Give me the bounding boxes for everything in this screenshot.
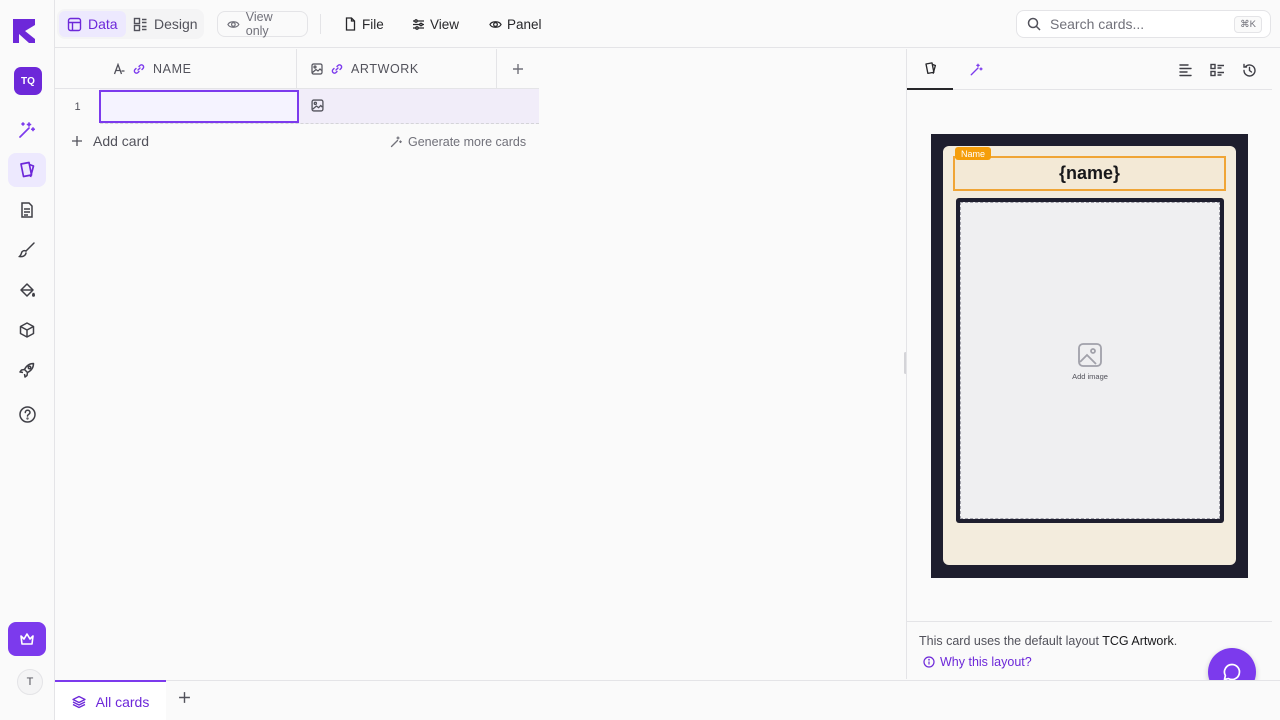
crown-icon <box>20 633 34 645</box>
column-header-name[interactable]: NAME <box>100 49 297 89</box>
file-menu-label: File <box>362 16 384 32</box>
workspace-avatar[interactable]: TQ <box>14 67 42 95</box>
user-avatar[interactable]: T <box>17 669 43 695</box>
history-icon[interactable] <box>1239 60 1259 80</box>
cards-icon <box>924 62 936 75</box>
bottom-tab-bar: All cards <box>55 680 1280 720</box>
toolbar-divider <box>320 14 321 34</box>
file-menu[interactable]: File <box>344 14 384 34</box>
add-card-label: Add card <box>93 133 150 149</box>
magic-wand-icon <box>390 136 402 148</box>
name-field-tag: Name <box>955 147 992 160</box>
paint-bucket-icon[interactable] <box>8 273 46 307</box>
eye-icon <box>227 20 240 28</box>
generate-cards-button[interactable]: Generate more cards <box>390 135 526 149</box>
link-icon <box>331 63 343 74</box>
design-tab[interactable]: Design <box>125 11 206 37</box>
tab-ai-tools[interactable] <box>953 49 999 90</box>
upgrade-button[interactable] <box>8 622 46 656</box>
design-tab-label: Design <box>154 16 198 32</box>
plus-icon <box>72 136 82 146</box>
cards-icon[interactable] <box>8 153 46 187</box>
image-type-icon <box>311 62 323 75</box>
artwork-dropzone[interactable]: Add image <box>960 202 1220 519</box>
info-icon <box>923 656 935 668</box>
ai-sparkle-icon <box>970 63 983 76</box>
help-icon[interactable] <box>8 397 46 431</box>
preview-panel: {name} Name Add image This card uses the… <box>906 49 1272 679</box>
text-type-icon <box>113 62 125 74</box>
search-input[interactable] <box>1050 16 1225 32</box>
add-image-label: Add image <box>1072 371 1108 381</box>
link-icon <box>133 63 145 74</box>
table-row[interactable]: 1 <box>55 89 539 124</box>
artwork-frame: Add image <box>956 198 1224 523</box>
data-tab[interactable]: Data <box>59 11 126 37</box>
view-only-label: View only <box>245 10 273 38</box>
list-layout-icon[interactable] <box>1207 60 1227 80</box>
column-header-artwork-label: ARTWORK <box>351 61 419 76</box>
card-preview-area: {name} Name Add image <box>907 91 1272 621</box>
card-body: {name} Name Add image <box>943 146 1236 565</box>
plus-icon <box>179 692 190 703</box>
workspace-initials: TQ <box>21 75 35 87</box>
app-logo[interactable] <box>11 17 37 45</box>
user-initial: T <box>26 676 34 688</box>
view-menu-label: View <box>430 16 460 32</box>
image-icon <box>311 99 324 112</box>
view-only-badge[interactable]: View only <box>217 10 308 38</box>
app-window: TQ T Data Design View only File View Pan… <box>0 0 1280 720</box>
view-menu[interactable]: View <box>412 14 459 34</box>
row-number: 1 <box>55 89 100 124</box>
brush-icon[interactable] <box>8 233 46 267</box>
panel-menu[interactable]: Panel <box>489 14 542 34</box>
table-icon <box>67 17 82 31</box>
name-field-box[interactable]: {name} <box>953 156 1226 191</box>
mode-toggle: Data Design <box>57 9 204 39</box>
layout-icon <box>133 17 147 31</box>
search-box: ⌘K <box>1016 10 1271 38</box>
layout-info-text: This card uses the default layout TCG Ar… <box>919 634 1178 648</box>
tab-all-cards[interactable]: All cards <box>55 680 166 720</box>
name-placeholder: {name} <box>1058 163 1121 183</box>
layout-info-prefix: This card uses the default layout <box>919 634 1099 648</box>
top-bar: Data Design View only File View Panel Se… <box>55 0 1280 48</box>
rocket-icon[interactable] <box>8 353 46 387</box>
add-image-icon <box>1078 342 1102 367</box>
why-layout-label: Why this layout? <box>940 655 1032 669</box>
grid-corner <box>55 49 100 89</box>
layers-icon <box>72 695 86 708</box>
panel-tabs <box>907 49 1272 90</box>
sliders-icon <box>413 18 424 30</box>
search-icon <box>1027 17 1041 31</box>
left-rail: TQ T <box>0 0 55 720</box>
add-card-button[interactable]: Add card <box>71 133 149 149</box>
tab-all-cards-label: All cards <box>95 693 150 710</box>
eye-icon <box>489 20 502 28</box>
generate-cards-label: Generate more cards <box>408 135 527 149</box>
search-shortcut: ⌘K <box>1234 16 1262 33</box>
column-header-artwork[interactable]: ARTWORK <box>297 49 497 89</box>
name-cell[interactable] <box>99 90 299 123</box>
file-icon <box>345 17 356 31</box>
document-icon[interactable] <box>8 193 46 227</box>
card-preview[interactable]: {name} Name Add image <box>931 134 1248 578</box>
plus-icon <box>513 63 523 74</box>
align-icon[interactable] <box>1175 60 1195 80</box>
layout-name: TCG Artwork <box>1102 634 1174 648</box>
column-header-name-label: NAME <box>153 61 192 76</box>
package-icon[interactable] <box>8 313 46 347</box>
panel-menu-label: Panel <box>507 16 542 32</box>
data-tab-label: Data <box>88 16 118 32</box>
artwork-cell[interactable] <box>311 99 324 117</box>
chat-icon <box>1223 663 1241 681</box>
tab-card-preview[interactable] <box>907 49 953 90</box>
add-view-button[interactable] <box>178 691 191 709</box>
ai-sparkle-icon[interactable] <box>8 113 46 147</box>
add-column-button[interactable] <box>497 49 539 89</box>
data-grid: NAME ARTWORK 1 Add card Generate more ca… <box>55 49 905 679</box>
